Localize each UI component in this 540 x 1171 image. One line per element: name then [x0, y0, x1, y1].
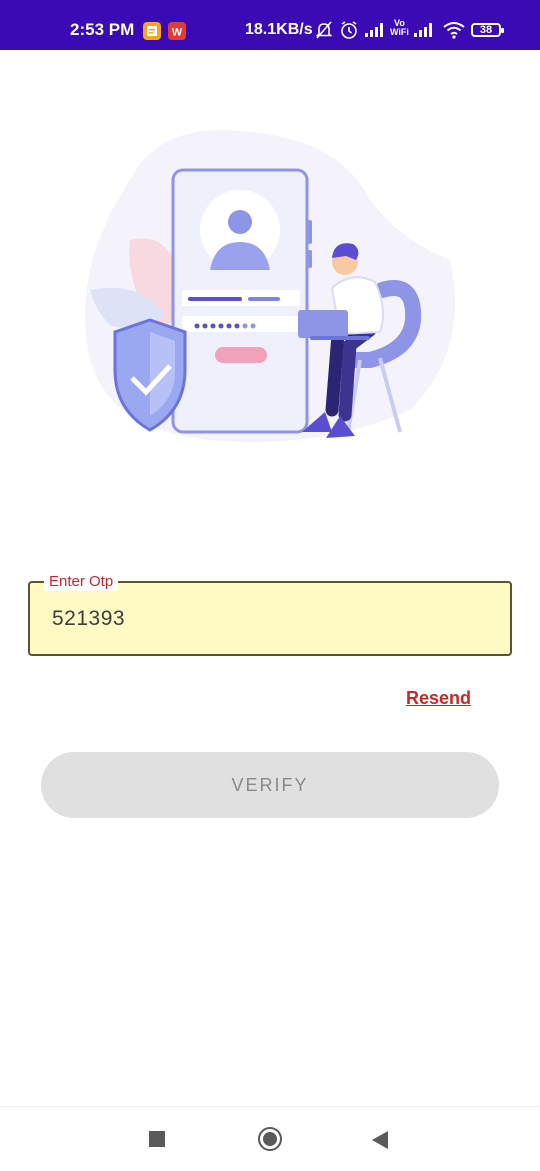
- resend-link[interactable]: Resend: [406, 688, 471, 709]
- recents-square-icon[interactable]: [149, 1131, 165, 1147]
- home-circle-icon[interactable]: [258, 1127, 282, 1151]
- network-speed: 18.1KB/s: [245, 21, 313, 38]
- status-time: 2:53 PM: [70, 20, 135, 39]
- otp-input[interactable]: 521393: [28, 581, 512, 656]
- signal-icon: [413, 20, 435, 45]
- vowifi-icon: Vo WiFi: [390, 19, 409, 37]
- verify-button[interactable]: VERIFY: [41, 752, 499, 818]
- wps-app-icon: W: [168, 22, 186, 40]
- signal-icon: [364, 20, 386, 45]
- vowifi-label-bottom: WiFi: [390, 27, 409, 37]
- svg-text:W: W: [172, 27, 183, 39]
- otp-label: Enter Otp: [44, 573, 119, 591]
- notes-app-icon: [143, 22, 161, 40]
- navigation-bar: [0, 1106, 540, 1171]
- otp-verification-illustration: [70, 120, 470, 460]
- alarm-icon: [339, 20, 359, 45]
- battery-icon: 38: [471, 23, 504, 37]
- otp-value[interactable]: 521393: [52, 607, 125, 631]
- mute-icon: [314, 20, 334, 45]
- back-triangle-icon[interactable]: [372, 1131, 388, 1149]
- wifi-icon: [442, 20, 466, 45]
- status-bar: 2:53 PM W 18.1KB/s Vo WiFi 38: [0, 0, 540, 50]
